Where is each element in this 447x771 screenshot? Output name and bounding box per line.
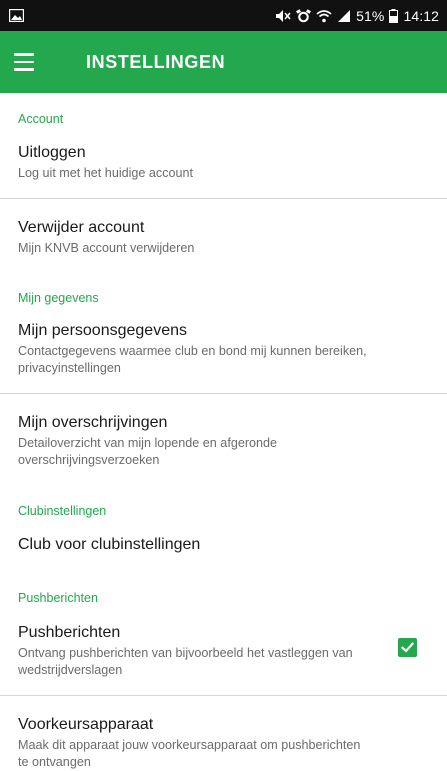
setting-logout[interactable]: Uitloggen Log uit met het huidige accoun…: [0, 126, 447, 198]
setting-subtitle: Mijn KNVB account verwijderen: [18, 241, 195, 255]
hamburger-menu-icon[interactable]: [14, 38, 62, 86]
wifi-icon: [316, 9, 332, 23]
setting-subtitle: Log uit met het huidige account: [18, 166, 194, 180]
setting-subtitle: Contactgegevens waarmee club en bond mij…: [18, 344, 367, 375]
clock: 14:12: [403, 7, 439, 24]
signal-icon: [337, 9, 351, 23]
section-header-my-data: Mijn gegevens: [18, 291, 99, 305]
mute-icon: [275, 9, 291, 23]
setting-club[interactable]: Club voor clubinstellingen: [0, 518, 447, 571]
battery-percent: 51%: [356, 7, 385, 24]
status-bar: 51% 14:12: [0, 0, 447, 31]
battery-icon: [389, 8, 399, 23]
app-bar: INSTELLINGEN: [0, 31, 447, 93]
push-notifications-checkbox[interactable]: [398, 638, 417, 657]
setting-title: Pushberichten: [18, 624, 121, 641]
setting-transfers[interactable]: Mijn overschrijvingen Detailoverzicht va…: [0, 394, 447, 485]
check-icon: [400, 642, 415, 653]
setting-title: Uitloggen: [18, 144, 86, 161]
section-header-account: Account: [18, 112, 64, 126]
section-header-club-settings: Clubinstellingen: [18, 504, 107, 518]
setting-delete-account[interactable]: Verwijder account Mijn KNVB account verw…: [0, 199, 447, 273]
page-title: INSTELLINGEN: [86, 51, 226, 72]
setting-title: Mijn overschrijvingen: [18, 414, 168, 431]
settings-list: Account Uitloggen Log uit met het huidig…: [0, 93, 447, 771]
setting-preferred-device[interactable]: Voorkeursapparaat Maak dit apparaat jouw…: [0, 696, 447, 771]
setting-title: Mijn persoonsgegevens: [18, 322, 187, 339]
setting-title: Verwijder account: [18, 219, 145, 236]
setting-subtitle: Ontvang pushberichten van bijvoorbeeld h…: [18, 646, 353, 677]
setting-personal-data[interactable]: Mijn persoonsgegevens Contactgegevens wa…: [0, 305, 447, 393]
setting-push-notifications[interactable]: Pushberichten Ontvang pushberichten van …: [0, 605, 447, 695]
setting-title: Voorkeursapparaat: [18, 716, 154, 733]
image-notification-icon: [9, 9, 24, 22]
setting-subtitle: Maak dit apparaat jouw voorkeursapparaat…: [18, 738, 361, 769]
alarm-icon: [296, 8, 312, 23]
setting-subtitle: Detailoverzicht van mijn lopende en afge…: [18, 436, 278, 467]
section-header-push: Pushberichten: [18, 591, 98, 605]
setting-title: Club voor clubinstellingen: [18, 536, 201, 553]
